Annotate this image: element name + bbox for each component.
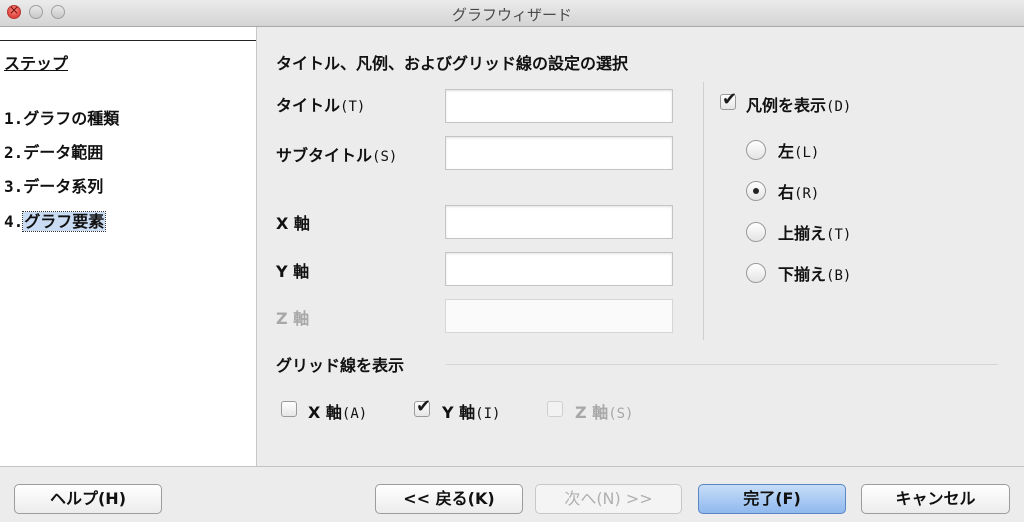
legend-top-shortcut: (T) xyxy=(826,227,852,243)
step-label: グラフの種類 xyxy=(23,109,120,128)
step-label: データ範囲 xyxy=(23,143,104,162)
finish-button[interactable]: 完了(F) xyxy=(698,484,846,514)
legend-right-label: 右(R) xyxy=(778,179,819,203)
z-axis-input xyxy=(445,299,673,333)
grid-x-checkbox[interactable] xyxy=(281,401,297,417)
grid-divider xyxy=(446,364,998,365)
steps-heading: ステップ xyxy=(4,54,69,73)
legend-left-text: 左 xyxy=(778,142,795,161)
legend-left-radio[interactable] xyxy=(746,140,766,160)
x-axis-input[interactable] xyxy=(445,205,673,239)
subtitle-input[interactable] xyxy=(445,136,673,170)
x-axis-label: X 軸 xyxy=(276,214,310,233)
legend-top-label: 上揃え(T) xyxy=(778,220,851,244)
section-title: タイトル、凡例、およびグリッド線の設定の選択 xyxy=(276,54,629,73)
step-chart-elements[interactable]: 4.グラフ要素 xyxy=(4,208,107,232)
footer-divider xyxy=(0,466,1024,467)
subtitle-shortcut: (S) xyxy=(372,149,398,165)
show-legend-label: 凡例を表示(D) xyxy=(746,92,851,116)
next-button: 次へ(N) >> xyxy=(535,484,682,514)
legend-right-radio[interactable] xyxy=(746,181,766,201)
title-label-text: タイトル xyxy=(276,96,341,115)
legend-right-shortcut: (R) xyxy=(794,186,820,202)
cancel-button[interactable]: キャンセル xyxy=(861,484,1010,514)
z-axis-label: Z 軸 xyxy=(276,309,310,328)
show-legend-shortcut: (D) xyxy=(826,99,852,115)
step-label: データ系列 xyxy=(23,177,104,196)
step-chart-type[interactable]: 1.グラフの種類 xyxy=(4,105,119,129)
subtitle-label-text: サブタイトル xyxy=(276,146,373,165)
title-shortcut: (T) xyxy=(340,99,366,115)
show-legend-text: 凡例を表示 xyxy=(746,96,827,115)
steps-sidebar: ステップ 1.グラフの種類 2.データ範囲 3.データ系列 4.グラフ要素 xyxy=(0,27,257,466)
back-button[interactable]: << 戻る(K) xyxy=(375,484,523,514)
step-number: 4. xyxy=(4,212,24,231)
grid-x-shortcut: (A) xyxy=(341,406,368,422)
legend-bottom-shortcut: (B) xyxy=(826,268,852,284)
title-label: タイトル(T) xyxy=(276,92,365,116)
step-number: 1. xyxy=(4,109,24,128)
help-button[interactable]: ヘルプ(H) xyxy=(14,484,162,514)
step-number: 3. xyxy=(4,177,24,196)
title-bar: グラフウィザード xyxy=(0,0,1024,27)
grid-y-label: Y 軸(I) xyxy=(442,399,500,423)
grid-x-label: X 軸(A) xyxy=(308,399,367,423)
legend-bottom-text: 下揃え xyxy=(778,265,827,284)
step-label: グラフ要素 xyxy=(22,211,107,232)
legend-right-text: 右 xyxy=(778,183,795,202)
vertical-divider xyxy=(703,82,704,340)
legend-left-label: 左(L) xyxy=(778,138,819,162)
sidebar-divider xyxy=(0,40,256,41)
legend-top-text: 上揃え xyxy=(778,224,827,243)
y-axis-label: Y 軸 xyxy=(276,262,310,281)
grid-y-text: Y 軸 xyxy=(442,403,476,422)
legend-bottom-label: 下揃え(B) xyxy=(778,261,851,285)
grid-z-checkbox xyxy=(547,401,563,417)
subtitle-label: サブタイトル(S) xyxy=(276,142,397,166)
grid-lines-heading: グリッド線を表示 xyxy=(276,356,405,375)
grid-z-shortcut: (S) xyxy=(608,406,634,422)
step-number: 2. xyxy=(4,143,24,162)
grid-z-label: Z 軸(S) xyxy=(575,399,633,423)
step-data-series[interactable]: 3.データ系列 xyxy=(4,173,103,197)
y-axis-input[interactable] xyxy=(445,252,673,286)
legend-top-radio[interactable] xyxy=(746,222,766,242)
legend-left-shortcut: (L) xyxy=(794,145,820,161)
grid-y-shortcut: (I) xyxy=(475,406,501,422)
step-data-range[interactable]: 2.データ範囲 xyxy=(4,139,103,163)
title-input[interactable] xyxy=(445,89,673,123)
legend-bottom-radio[interactable] xyxy=(746,263,766,283)
chart-wizard-window: グラフウィザード ステップ 1.グラフの種類 2.データ範囲 3.データ系列 4… xyxy=(0,0,1024,522)
grid-y-checkbox[interactable] xyxy=(414,396,431,417)
window-title: グラフウィザード xyxy=(451,6,572,24)
show-legend-checkbox[interactable] xyxy=(720,89,737,110)
grid-z-text: Z 軸 xyxy=(575,403,609,422)
grid-x-text: X 軸 xyxy=(308,403,342,422)
